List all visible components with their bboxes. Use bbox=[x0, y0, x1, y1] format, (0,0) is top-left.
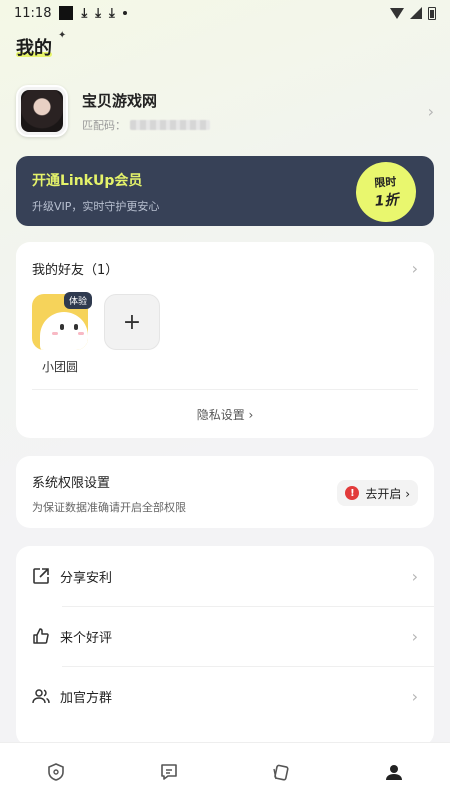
status-bar: 11:18 ⤓ ⤓ ⤓ bbox=[0, 0, 450, 26]
discount-badge-line2: 1折 bbox=[374, 192, 400, 210]
menu-item-label: 来个好评 bbox=[60, 630, 113, 646]
friend-name: 小团圆 bbox=[41, 360, 78, 374]
vip-subtitle: 升级VIP，实时守护更安心 bbox=[32, 200, 160, 213]
more-notifications-icon bbox=[122, 11, 127, 15]
battery-icon bbox=[428, 6, 436, 20]
enable-permissions-button[interactable]: ! 去开启 › bbox=[337, 480, 418, 506]
friend-item[interactable]: 体验 小团圆 bbox=[32, 292, 92, 375]
avatar[interactable] bbox=[16, 85, 68, 137]
chevron-right-icon: › bbox=[411, 686, 418, 706]
status-time: 11:18 bbox=[14, 5, 52, 21]
wifi-icon bbox=[390, 7, 404, 19]
discount-badge-line1: 限时 bbox=[373, 175, 397, 190]
page-title: 我的 bbox=[16, 38, 52, 59]
chevron-right-icon: › bbox=[427, 101, 434, 121]
download-icon: ⤓ bbox=[108, 5, 115, 21]
add-friend-button[interactable]: + bbox=[104, 294, 160, 350]
warning-icon: ! bbox=[345, 486, 360, 500]
menu-item-label: 分享安利 bbox=[60, 570, 113, 586]
enable-permissions-label: 去开启 › bbox=[365, 486, 410, 501]
nav-cards[interactable] bbox=[261, 752, 301, 792]
pair-code-label: 匹配码： bbox=[82, 118, 126, 132]
thumbs-up-icon bbox=[32, 627, 50, 645]
privacy-settings-link[interactable]: 隐私设置 › bbox=[16, 406, 434, 423]
signal-icon bbox=[410, 7, 422, 19]
chevron-right-icon: › bbox=[411, 258, 418, 278]
profile-row[interactable]: 宝贝游戏网 匹配码： › bbox=[16, 82, 434, 140]
sparkle-icon: ✦ bbox=[58, 30, 67, 41]
permissions-card: 系统权限设置 为保证数据准确请开启全部权限 ! 去开启 › bbox=[16, 456, 434, 528]
menu-item-label: 加官方群 bbox=[60, 690, 113, 706]
nav-messages[interactable] bbox=[149, 752, 189, 792]
nav-guard[interactable] bbox=[36, 752, 76, 792]
divider bbox=[32, 389, 418, 390]
menu-item-share[interactable]: 分享安利 › bbox=[16, 546, 434, 606]
chevron-right-icon: › bbox=[411, 626, 418, 646]
menu-card: 分享安利 › 来个好评 › 加官方群 › bbox=[16, 546, 434, 746]
chevron-right-icon: › bbox=[411, 566, 418, 586]
bottom-nav bbox=[0, 742, 450, 800]
trial-badge: 体验 bbox=[63, 292, 92, 309]
pair-code-redacted bbox=[130, 119, 210, 130]
share-icon bbox=[32, 567, 50, 585]
nav-profile[interactable] bbox=[374, 752, 414, 792]
profile-name: 宝贝游戏网 bbox=[82, 91, 158, 110]
download-icon: ⤓ bbox=[95, 5, 101, 21]
download-icon: ⤓ bbox=[81, 5, 88, 21]
menu-item-group[interactable]: 加官方群 › bbox=[16, 666, 434, 726]
shield-icon bbox=[48, 762, 65, 781]
menu-item-review[interactable]: 来个好评 › bbox=[16, 606, 434, 666]
vip-banner[interactable]: 开通LinkUp会员 升级VIP，实时守护更安心 限时 1折 bbox=[16, 156, 434, 226]
message-icon bbox=[160, 763, 177, 780]
profile-icon bbox=[385, 764, 402, 780]
notification-icon bbox=[59, 6, 74, 20]
friends-card: 我的好友（1） › 体验 小团圆 + 隐私设置 › bbox=[16, 242, 434, 438]
friends-title: 我的好友（1） bbox=[32, 262, 119, 278]
friends-header[interactable]: 我的好友（1） › bbox=[16, 242, 434, 294]
cards-icon bbox=[273, 764, 289, 781]
group-icon bbox=[32, 687, 50, 705]
